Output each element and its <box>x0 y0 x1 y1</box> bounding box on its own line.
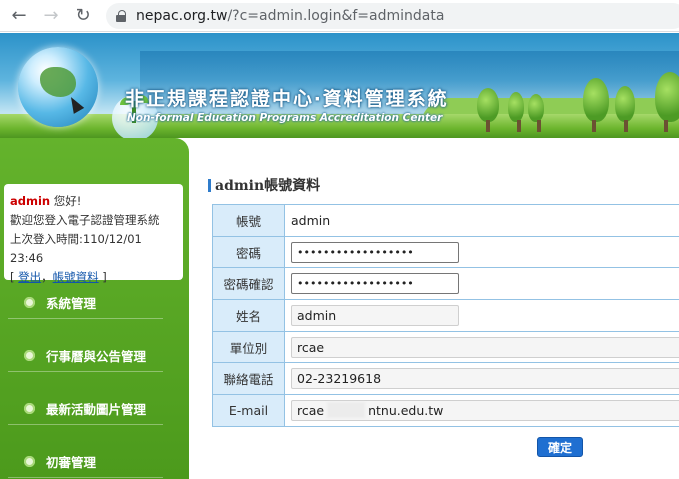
submit-button[interactable]: 確定 <box>537 437 583 457</box>
bullet-icon <box>24 350 35 361</box>
name-label: 姓名 <box>212 299 285 332</box>
table-row: 帳號 admin <box>212 204 679 237</box>
table-row: 單位別 rcae <box>212 330 679 364</box>
bullet-icon <box>24 297 35 308</box>
reload-icon[interactable]: ↻ <box>70 3 96 29</box>
password-input[interactable]: •••••••••••••••••• <box>291 241 459 263</box>
address-bar[interactable]: nepac.org.tw/?c=admin.login&f=admindata <box>106 3 679 29</box>
globe-logo-icon <box>18 47 98 127</box>
bullet-icon <box>24 403 35 414</box>
tree-icon <box>528 94 544 132</box>
back-icon[interactable]: ← <box>6 3 32 29</box>
sidebar-item-calendar[interactable]: 行事曆與公告管理 <box>8 340 163 372</box>
bullet-icon <box>24 456 35 467</box>
table-row: 姓名 admin <box>212 299 679 332</box>
email-suffix: ntnu.edu.tw <box>368 402 444 418</box>
forward-icon[interactable]: → <box>38 3 64 29</box>
browser-toolbar: ← → ↻ nepac.org.tw/?c=admin.login&f=admi… <box>0 0 679 32</box>
banner-subtitle: Non-formal Education Programs Accreditat… <box>127 112 443 124</box>
banner-title: 非正規課程認證中心‧資料管理系統 <box>125 88 449 110</box>
logout-link[interactable]: 登出 <box>18 270 41 284</box>
greeting-line: admin 您好! <box>10 192 177 211</box>
table-row: E-mail rcae ntnu.edu.tw <box>212 394 679 427</box>
sidebar-item-review[interactable]: 初審管理 <box>8 446 163 478</box>
url-host: nepac.org.tw <box>136 8 228 24</box>
account-label: 帳號 <box>212 204 285 237</box>
last-login-text: 上次登入時間:110/12/01 23:46 <box>10 232 142 265</box>
password-confirm-label: 密碼確認 <box>212 267 285 301</box>
phone-label: 聯絡電話 <box>212 362 285 396</box>
url-text[interactable]: nepac.org.tw/?c=admin.login&f=admindata <box>136 8 444 24</box>
unit-field: rcae <box>291 336 679 358</box>
table-row: 聯絡電話 02-23219618 <box>212 362 679 396</box>
login-links: [ 登出，帳號資料 ] <box>10 270 107 284</box>
lock-icon[interactable] <box>116 10 126 22</box>
email-label: E-mail <box>212 394 285 427</box>
url-path: /?c=admin.login&f=admindata <box>227 8 445 24</box>
welcome-text: 歡迎您登入電子認證管理系統 <box>10 213 160 227</box>
sidebar-item-system[interactable]: 系統管理 <box>8 287 163 319</box>
unit-label: 單位別 <box>212 330 285 364</box>
sidebar-item-label: 最新活動圖片管理 <box>46 402 147 417</box>
password-confirm-input[interactable]: •••••••••••••••••• <box>291 273 459 295</box>
tree-icon <box>583 78 609 132</box>
email-field: rcae ntnu.edu.tw <box>291 399 679 421</box>
sidebar-item-label: 行事曆與公告管理 <box>46 349 147 364</box>
account-info-link[interactable]: 帳號資料 <box>53 270 99 284</box>
email-prefix: rcae <box>297 402 325 418</box>
table-row: 密碼確認 •••••••••••••••••• <box>212 267 679 301</box>
login-info-box: admin 您好! 歡迎您登入電子認證管理系統 上次登入時間:110/12/01… <box>4 184 183 284</box>
tree-icon <box>655 72 679 132</box>
account-form: 帳號 admin 密碼 •••••••••••••••••• 密碼確認 ••••… <box>212 204 679 427</box>
page-title: admin帳號資料 <box>208 175 320 195</box>
redacted-region <box>327 402 366 419</box>
site-banner: 非正規課程認證中心‧資料管理系統 Non-formal Education Pr… <box>0 33 679 138</box>
name-field: admin <box>291 304 459 326</box>
sidebar-item-label: 系統管理 <box>46 296 97 311</box>
account-value: admin <box>284 204 679 237</box>
password-label: 密碼 <box>212 235 285 269</box>
tree-icon <box>508 92 524 132</box>
phone-field: 02-23219618 <box>291 368 679 390</box>
greeting: 您好! <box>53 194 82 208</box>
sidebar-item-photos[interactable]: 最新活動圖片管理 <box>8 393 163 425</box>
tree-icon <box>615 86 635 132</box>
sidebar-item-label: 初審管理 <box>46 455 97 470</box>
table-row: 密碼 •••••••••••••••••• <box>212 235 679 269</box>
username: admin <box>10 194 51 208</box>
tree-icon <box>477 88 499 132</box>
